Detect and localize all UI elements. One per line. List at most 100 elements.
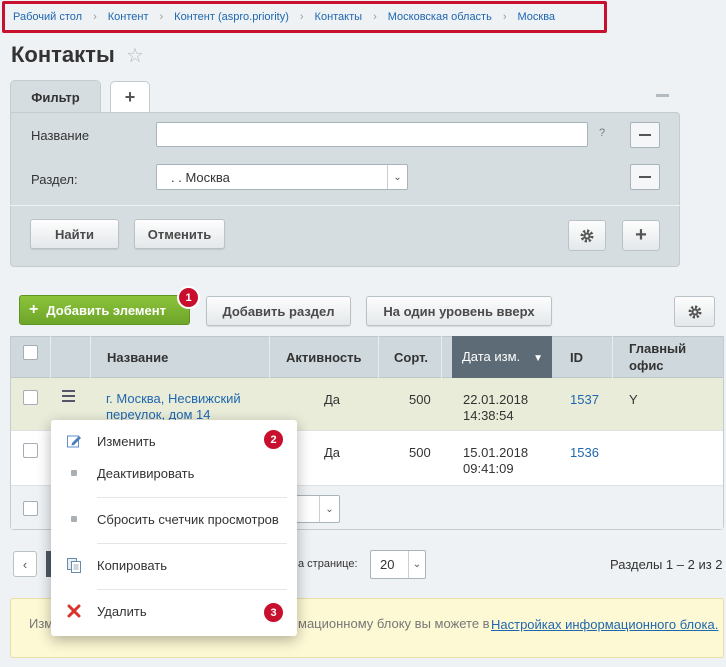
row-id-link[interactable]: 1537: [570, 392, 599, 407]
chevron-down-icon: ⌄: [387, 165, 407, 189]
chevron-right-icon: ›: [502, 11, 507, 23]
level-up-button[interactable]: На один уровень вверх: [366, 296, 552, 326]
list-settings-button[interactable]: [674, 296, 715, 327]
breadcrumb-item-aspro[interactable]: Контент (aspro.priority): [174, 11, 289, 23]
column-date-label: Дата изм.: [462, 349, 521, 364]
divider: [90, 336, 91, 378]
add-element-button[interactable]: + Добавить элемент: [19, 295, 190, 325]
column-name[interactable]: Название: [107, 336, 168, 378]
edit-icon: [51, 433, 97, 449]
column-date[interactable]: Дата изм. ▼: [452, 336, 552, 378]
breadcrumb-item-contacts[interactable]: Контакты: [315, 11, 363, 23]
bullet-icon: [71, 516, 77, 522]
breadcrumb: Рабочий стол › Контент › Контент (aspro.pr…: [2, 1, 607, 33]
group-checkbox[interactable]: [23, 501, 38, 516]
column-main-office[interactable]: Главный офис: [629, 336, 709, 378]
gear-icon: [688, 305, 701, 318]
select-all-checkbox[interactable]: [23, 345, 38, 360]
chevron-left-icon: ‹: [22, 556, 28, 572]
group-action-select[interactable]: ⌄: [290, 495, 340, 523]
remove-section-field-button[interactable]: [630, 164, 660, 190]
sort-down-icon: ▼: [533, 353, 543, 364]
chevron-down-icon: ⌄: [408, 551, 425, 578]
menu-item-label: Деактивировать: [97, 465, 195, 481]
row-main-office: Y: [629, 392, 638, 407]
page-title: Контакты: [11, 42, 115, 67]
breadcrumb-item-moscow[interactable]: Москва: [518, 11, 556, 23]
section-select[interactable]: . . Москва ⌄: [156, 164, 408, 190]
row-name-link[interactable]: г. Москва, Несвижский переулок, дом 14: [106, 391, 266, 422]
delete-icon: [51, 604, 97, 618]
divider: [97, 497, 287, 498]
divider: [612, 336, 613, 378]
per-page-select[interactable]: 20 ⌄: [370, 550, 426, 579]
column-sort[interactable]: Сорт.: [394, 336, 428, 378]
bullet-icon: [71, 470, 77, 476]
remove-name-field-button[interactable]: [630, 122, 660, 148]
minus-icon: [639, 176, 651, 178]
plus-icon: +: [635, 224, 647, 246]
row-checkbox[interactable]: [23, 390, 38, 405]
row-context-menu: Изменить Деактивировать Сбросить счетчик…: [51, 420, 297, 636]
chevron-right-icon: ›: [373, 11, 377, 23]
menu-item-label: Сбросить счетчик просмотров: [97, 511, 279, 527]
row-id-link[interactable]: 1536: [570, 445, 599, 460]
cancel-button[interactable]: Отменить: [134, 219, 225, 249]
per-page-label: а странице:: [298, 558, 358, 570]
divider: [378, 336, 379, 378]
prev-page-button[interactable]: ‹: [13, 551, 37, 577]
add-filter-field-button[interactable]: +: [622, 220, 660, 251]
name-label: Название: [31, 128, 90, 143]
row-sort: 500: [409, 392, 431, 407]
menu-item-deactivate[interactable]: Деактивировать: [51, 459, 297, 487]
divider: [97, 589, 287, 590]
pager-summary: Разделы 1 – 2 из 2: [610, 557, 723, 572]
breadcrumb-item-region[interactable]: Московская область: [388, 11, 492, 23]
column-active[interactable]: Активность: [286, 336, 361, 378]
tab-add-button[interactable]: +: [110, 81, 150, 113]
row-date: 22.01.2018: [463, 392, 529, 407]
name-field[interactable]: [156, 122, 588, 147]
section-select-value: . . Москва: [171, 169, 230, 185]
chevron-right-icon: ›: [93, 11, 97, 23]
breadcrumb-item-desktop[interactable]: Рабочий стол: [13, 11, 82, 23]
add-element-label: Добавить элемент: [46, 302, 166, 318]
per-page-value: 20: [380, 557, 395, 572]
tab-filter[interactable]: Фильтр: [10, 80, 101, 114]
row-sort: 500: [409, 445, 431, 460]
star-icon[interactable]: ☆: [126, 43, 144, 68]
menu-item-delete[interactable]: Удалить: [51, 597, 297, 625]
help-icon[interactable]: ?: [599, 127, 605, 139]
menu-item-edit[interactable]: Изменить: [51, 427, 297, 455]
find-button[interactable]: Найти: [30, 219, 119, 249]
row-time: 14:38:54: [463, 408, 514, 423]
divider: [269, 336, 270, 378]
row-time: 09:41:09: [463, 461, 514, 476]
divider: [10, 205, 680, 206]
divider: [97, 543, 287, 544]
minus-icon: [639, 134, 651, 136]
row-checkbox[interactable]: [23, 443, 38, 458]
collapse-icon[interactable]: [656, 94, 669, 97]
gear-icon: [580, 229, 594, 242]
step-badge-1: 1: [177, 286, 200, 309]
row-active: Да: [324, 392, 341, 407]
plus-icon: +: [29, 301, 39, 318]
divider: [441, 336, 442, 378]
chevron-right-icon: ›: [159, 11, 164, 23]
chevron-down-icon: ⌄: [319, 496, 339, 522]
menu-item-reset-views[interactable]: Сбросить счетчик просмотров: [51, 505, 297, 533]
add-section-button[interactable]: Добавить раздел: [206, 296, 351, 326]
chevron-right-icon: ›: [299, 11, 304, 23]
breadcrumb-item-content[interactable]: Контент: [108, 11, 149, 23]
copy-icon: [51, 557, 97, 573]
filter-settings-button[interactable]: [568, 220, 606, 251]
step-badge-2: 2: [262, 428, 285, 451]
column-id[interactable]: ID: [570, 336, 583, 378]
row-active: Да: [324, 445, 341, 460]
menu-item-label: Изменить: [97, 433, 156, 449]
menu-item-copy[interactable]: Копировать: [51, 551, 297, 579]
menu-item-label: Удалить: [97, 603, 147, 619]
row-menu-icon[interactable]: [62, 390, 75, 402]
section-label: Раздел:: [31, 172, 78, 187]
